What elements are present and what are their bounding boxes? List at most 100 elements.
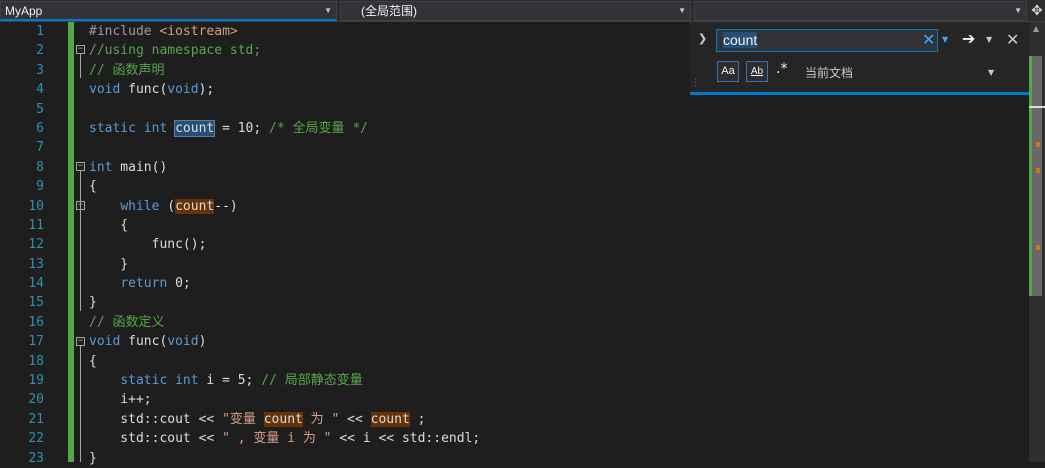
code-token: static xyxy=(120,373,168,389)
whole-word-toggle[interactable]: Ab xyxy=(746,61,768,82)
code-token: ) xyxy=(198,334,207,350)
line-number: 3 xyxy=(36,62,44,78)
code-line[interactable]: void func(void) xyxy=(89,332,1029,351)
line-number: 1 xyxy=(36,24,44,39)
code-token: #include xyxy=(89,24,160,39)
match-case-toggle[interactable]: Aa xyxy=(717,61,739,82)
code-line[interactable]: } xyxy=(89,293,1029,312)
code-token: " , 变量 i 为 " xyxy=(222,431,332,447)
find-next-icon[interactable]: ➔ xyxy=(962,29,975,48)
code-token: static xyxy=(89,120,136,136)
scrollbar-thumb[interactable] xyxy=(1032,56,1042,296)
code-line[interactable]: std::cout << "变量 count 为 " << count ; xyxy=(89,410,1029,429)
outline-guide xyxy=(80,171,81,311)
collapse-icon[interactable]: − xyxy=(76,45,85,54)
code-line[interactable]: // 函数定义 xyxy=(89,313,1029,332)
chevron-down-icon[interactable]: ▼ xyxy=(988,68,994,77)
search-scope-dropdown[interactable]: 当前文档 xyxy=(805,64,853,81)
code-line[interactable]: return 0; xyxy=(89,274,1029,293)
member-dropdown[interactable]: ▼ xyxy=(694,1,1027,21)
code-token: { xyxy=(89,353,97,369)
code-token: { xyxy=(89,179,97,195)
chevron-down-icon: ▼ xyxy=(1014,6,1022,15)
caret-marker xyxy=(1029,106,1045,108)
scope-dropdown-label: (全局范围) xyxy=(361,4,417,18)
find-panel: ❯ count ✕ ▼ ➔ ▼ ✕ Aa Ab .* 当前文档 ▼ ⋮ xyxy=(690,22,1029,95)
line-number: 11 xyxy=(28,217,44,233)
code-line[interactable]: std::cout << " , 变量 i 为 " << i << std::e… xyxy=(89,429,1029,448)
line-number: 2 xyxy=(36,43,44,59)
vertical-scrollbar[interactable]: ▲ xyxy=(1029,22,1045,462)
find-options-icon[interactable]: ▼ xyxy=(986,35,992,44)
code-token: void xyxy=(167,82,199,98)
search-history-icon[interactable]: ▼ xyxy=(942,35,948,44)
line-number: 13 xyxy=(28,256,44,272)
code-token: // 函数定义 xyxy=(89,314,165,330)
line-number: 23 xyxy=(28,450,44,466)
collapse-icon[interactable]: − xyxy=(76,201,85,210)
code-token: = 10; xyxy=(214,120,270,136)
find-result-marker xyxy=(1036,142,1040,147)
code-line[interactable]: int main() xyxy=(89,158,1029,177)
line-number: 10 xyxy=(28,198,44,214)
split-window-icon[interactable]: ✥ xyxy=(1030,2,1044,20)
line-number: 16 xyxy=(28,314,44,330)
search-match: count xyxy=(370,411,410,427)
code-token: << i << std::endl; xyxy=(331,431,481,447)
search-match: count xyxy=(174,119,216,137)
collapse-icon[interactable]: − xyxy=(76,337,85,346)
code-line[interactable] xyxy=(89,138,1029,157)
code-line[interactable]: { xyxy=(89,216,1029,235)
code-line[interactable]: static int i = 5; // 局部静态变量 xyxy=(89,371,1029,390)
code-token: //using namespace std; xyxy=(89,43,262,59)
search-match: count xyxy=(175,198,215,214)
code-token: } xyxy=(89,295,97,311)
close-icon[interactable]: ✕ xyxy=(1006,30,1019,49)
line-number: 15 xyxy=(28,295,44,311)
collapse-icon[interactable]: − xyxy=(76,162,85,171)
code-token: func( xyxy=(120,334,168,350)
code-token: { xyxy=(89,217,129,233)
code-token: func( xyxy=(120,82,168,98)
find-query: count xyxy=(723,32,758,48)
line-number: 6 xyxy=(36,120,44,136)
expand-replace-icon[interactable]: ❯ xyxy=(698,32,707,45)
code-token: /* 全局变量 */ xyxy=(269,120,369,136)
code-token: "变量 xyxy=(222,411,264,427)
line-number: 8 xyxy=(36,159,44,175)
code-token: int xyxy=(175,373,199,389)
scroll-up-icon[interactable]: ▲ xyxy=(1033,24,1039,33)
code-token: main() xyxy=(112,159,168,175)
regex-toggle[interactable]: .* xyxy=(776,61,787,77)
code-token: ( xyxy=(159,198,176,214)
code-line[interactable]: i++; xyxy=(89,390,1029,409)
line-number: 14 xyxy=(28,276,44,292)
project-dropdown[interactable]: MyApp ▼ xyxy=(0,1,337,21)
code-line[interactable]: static int count = 10; /* 全局变量 */ xyxy=(89,119,1029,138)
code-line[interactable]: } xyxy=(89,255,1029,274)
find-input[interactable]: count xyxy=(716,29,938,52)
navigation-bar: MyApp ▼ (全局范围) ▼ ▼ ✥ xyxy=(0,0,1045,22)
code-line[interactable] xyxy=(89,100,1029,119)
code-line[interactable]: func(); xyxy=(89,235,1029,254)
code-token: << xyxy=(339,411,371,427)
line-number: 17 xyxy=(28,334,44,350)
line-number: 7 xyxy=(36,140,44,156)
line-number: 22 xyxy=(28,431,44,447)
code-line[interactable]: { xyxy=(89,352,1029,371)
scope-dropdown[interactable]: (全局范围) ▼ xyxy=(340,1,691,21)
code-line[interactable]: { xyxy=(89,177,1029,196)
clear-search-icon[interactable]: ✕ xyxy=(922,30,935,49)
code-token: <iostream> xyxy=(159,24,238,39)
code-line[interactable]: while (count--) xyxy=(89,197,1029,216)
code-token: i = 5; xyxy=(198,373,262,389)
code-line[interactable]: } xyxy=(89,449,1029,468)
resize-grip-icon[interactable]: ⋮ xyxy=(691,78,700,88)
line-number: 18 xyxy=(28,353,44,369)
code-token: void xyxy=(89,82,121,98)
